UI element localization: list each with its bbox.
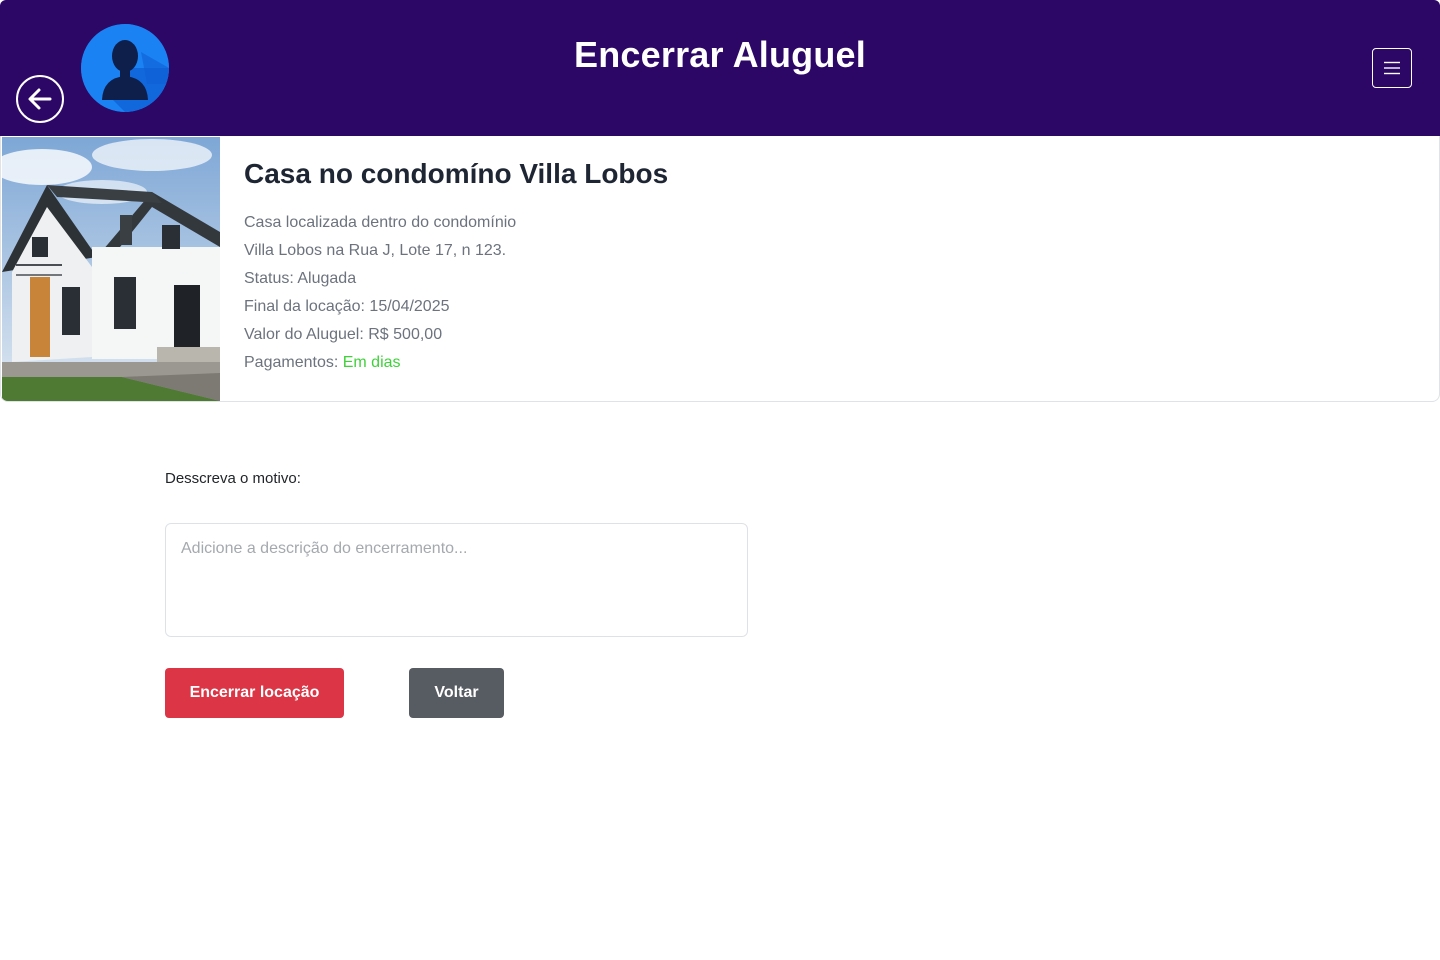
house-photo: [2, 137, 220, 401]
property-rent: Valor do Aluguel: R$ 500,00: [244, 321, 668, 349]
status-label: Status:: [244, 270, 294, 287]
property-description-line2: Villa Lobos na Rua J, Lote 17, n 123.: [244, 242, 507, 259]
end-date-value: 15/04/2025: [369, 298, 450, 315]
rent-label: Valor do Aluguel:: [244, 326, 364, 343]
arrow-left-icon: [28, 88, 52, 110]
menu-button[interactable]: [1372, 48, 1412, 88]
property-title: Casa no condomíno Villa Lobos: [244, 158, 669, 189]
page: Encerrar Aluguel Casa no condomíno Villa…: [0, 0, 1440, 960]
reason-textarea[interactable]: [165, 523, 748, 637]
property-card: Casa no condomíno Villa Lobos Casa local…: [0, 136, 1440, 402]
hamburger-menu-icon: [1384, 61, 1400, 75]
property-details: Casa no condomíno Villa Lobos Casa local…: [244, 158, 668, 377]
page-title: Encerrar Aluguel: [574, 34, 866, 75]
status-value: Alugada: [297, 270, 357, 287]
app-header: Encerrar Aluguel: [0, 0, 1440, 136]
reason-label: Desscreva o motivo:: [165, 470, 301, 487]
property-status: Status: Alugada: [244, 265, 668, 293]
payments-label: Pagamentos:: [244, 354, 339, 371]
back-button[interactable]: [16, 75, 64, 123]
end-rental-button[interactable]: Encerrar locação: [165, 668, 344, 718]
rent-value: R$ 500,00: [368, 326, 443, 343]
property-end-date: Final da locação: 15/04/2025: [244, 293, 668, 321]
back-button-secondary[interactable]: Voltar: [409, 668, 504, 718]
end-date-label: Final da locação:: [244, 298, 365, 315]
property-payments: Pagamentos: Em dias: [244, 349, 668, 377]
property-description-line1: Casa localizada dentro do condomínio: [244, 214, 517, 231]
payments-status-badge: Em dias: [342, 354, 401, 371]
